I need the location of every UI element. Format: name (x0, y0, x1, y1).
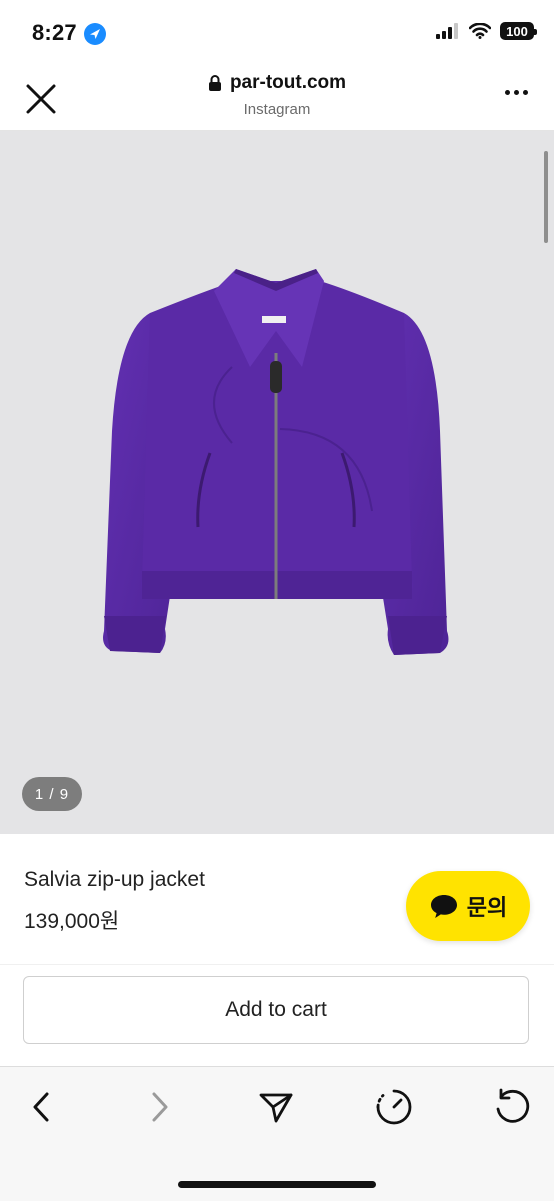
url-domain: par-tout.com (229, 72, 347, 93)
wifi-icon (469, 23, 491, 39)
more-icon (505, 90, 510, 95)
add-to-cart-button[interactable]: Add to cart (23, 976, 529, 1044)
kakao-inquiry-button[interactable]: 문의 (406, 871, 530, 941)
status-time: 8:27 (32, 20, 77, 45)
signal-bars-icon (436, 23, 458, 39)
browser-toolbar (0, 1066, 554, 1201)
product-image-gallery[interactable]: 1 / 9 (0, 131, 554, 834)
status-bar: 8:27 100 (0, 0, 554, 66)
url-subtitle: Instagram (243, 101, 311, 118)
jacket-image (103, 269, 449, 655)
history-button[interactable] (372, 1085, 416, 1129)
browser-header: par-tout.com Instagram (0, 66, 554, 131)
reload-icon (496, 1088, 530, 1123)
scroll-indicator[interactable] (544, 151, 548, 243)
forward-button[interactable] (137, 1085, 181, 1129)
forward-icon (152, 1092, 168, 1122)
share-button[interactable] (254, 1085, 298, 1129)
more-options-button[interactable] (505, 90, 528, 95)
home-indicator (178, 1181, 376, 1188)
inquiry-label: 문의 (466, 895, 508, 920)
back-icon (33, 1092, 49, 1122)
product-info: Salvia zip-up jacket 139,000원 문의 (0, 834, 554, 964)
reload-button[interactable] (490, 1085, 534, 1129)
location-arrow-icon (84, 23, 106, 45)
battery-level: 100 (506, 23, 528, 39)
lock-icon (208, 75, 221, 91)
history-icon (376, 1089, 412, 1125)
share-icon (259, 1093, 293, 1123)
product-name: Salvia zip-up jacket (24, 868, 205, 891)
chat-bubble-icon (430, 895, 457, 918)
status-icons: 100 (436, 22, 537, 40)
back-button[interactable] (20, 1085, 64, 1129)
battery-icon: 100 (500, 22, 537, 40)
url-bar[interactable]: par-tout.com Instagram (0, 72, 554, 118)
image-pager-badge: 1 / 9 (22, 777, 82, 811)
product-price: 139,000원 (24, 910, 120, 933)
cart-area: Add to cart (0, 964, 554, 1067)
